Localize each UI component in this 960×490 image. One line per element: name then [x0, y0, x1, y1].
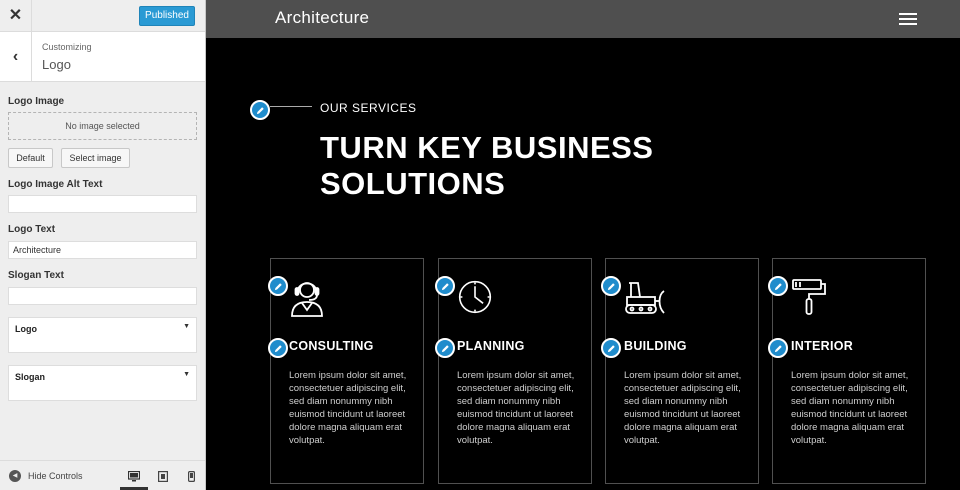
logo-select-label: Logo: [15, 324, 37, 334]
bulldozer-icon: [625, 282, 665, 314]
mobile-preview-button[interactable]: [177, 461, 205, 490]
customizer-footer: ◀ Hide Controls: [0, 460, 205, 490]
edit-shortcut-services-icon[interactable]: [250, 100, 270, 120]
edit-shortcut-planning-title-icon[interactable]: [435, 338, 455, 358]
services-kicker: OUR SERVICES: [320, 101, 417, 115]
edit-shortcut-building-title-icon[interactable]: [601, 338, 621, 358]
service-card-text: Lorem ipsum dolor sit amet, consectetuer…: [457, 370, 575, 446]
service-card-interior: INTERIOR Lorem ipsum dolor sit amet, con…: [772, 258, 926, 484]
slogan-select[interactable]: Slogan ▼: [8, 365, 197, 401]
logo-text-field[interactable]: Architecture: [8, 241, 197, 259]
back-button[interactable]: ‹: [0, 32, 32, 82]
desktop-icon: [127, 470, 141, 482]
service-card-building: BUILDING Lorem ipsum dolor sit amet, con…: [605, 258, 759, 484]
alt-text-label: Logo Image Alt Text: [8, 179, 103, 190]
section-header: ‹ Customizing Logo: [0, 32, 205, 82]
slogan-text-field[interactable]: [8, 287, 197, 305]
alt-text-field[interactable]: [8, 195, 197, 213]
breadcrumb: Customizing: [42, 42, 92, 52]
logo-text-label: Logo Text: [8, 224, 56, 235]
services-heading: TURN KEY BUSINESS SOLUTIONS: [320, 130, 654, 201]
edit-shortcut-consulting-icon[interactable]: [268, 276, 288, 296]
section-title: Logo: [42, 57, 71, 72]
slogan-select-label: Slogan: [15, 372, 46, 382]
site-title[interactable]: Architecture: [275, 8, 369, 28]
service-card-title: INTERIOR: [791, 339, 854, 353]
hamburger-menu-icon[interactable]: [899, 13, 917, 25]
logo-image-label: Logo Image: [8, 96, 65, 107]
close-button[interactable]: ✕: [0, 0, 32, 32]
chevron-down-icon: ▼: [183, 323, 190, 330]
desktop-preview-button[interactable]: [120, 461, 148, 490]
service-card-title: PLANNING: [457, 339, 525, 353]
edit-shortcut-consulting-title-icon[interactable]: [268, 338, 288, 358]
service-card-text: Lorem ipsum dolor sit amet, consectetuer…: [791, 370, 909, 446]
service-card-title: BUILDING: [624, 339, 687, 353]
service-card-consulting: CONSULTING Lorem ipsum dolor sit amet, c…: [270, 258, 424, 484]
service-card-planning: PLANNING Lorem ipsum dolor sit amet, con…: [438, 258, 592, 484]
edit-shortcut-interior-icon[interactable]: [768, 276, 788, 296]
site-preview: Architecture OUR SERVICES TURN KEY BUSIN…: [206, 0, 960, 490]
published-button[interactable]: Published: [139, 6, 195, 26]
service-card-text: Lorem ipsum dolor sit amet, consectetuer…: [289, 370, 407, 446]
customizer-sidebar: ✕ Published ‹ Customizing Logo Logo Imag…: [0, 0, 206, 490]
paint-roller-icon: [792, 279, 826, 315]
clock-icon: [458, 280, 492, 314]
service-card-title: CONSULTING: [289, 339, 374, 353]
edit-shortcut-building-icon[interactable]: [601, 276, 621, 296]
logo-select[interactable]: Logo ▼: [8, 317, 197, 353]
headset-person-icon: [291, 282, 323, 317]
edit-shortcut-interior-title-icon[interactable]: [768, 338, 788, 358]
service-card-text: Lorem ipsum dolor sit amet, consectetuer…: [624, 370, 742, 446]
select-image-button[interactable]: Select image: [61, 148, 130, 168]
edit-shortcut-planning-icon[interactable]: [435, 276, 455, 296]
site-header: Architecture: [206, 0, 960, 38]
kicker-divider: [270, 106, 312, 107]
chevron-down-icon: ▼: [183, 371, 190, 378]
logo-image-placeholder[interactable]: No image selected: [8, 112, 197, 140]
customizer-topbar: ✕ Published: [0, 0, 205, 32]
tablet-preview-button[interactable]: [149, 461, 177, 490]
hide-controls-label: Hide Controls: [28, 471, 83, 481]
default-button[interactable]: Default: [8, 148, 53, 168]
hide-controls-button[interactable]: ◀ Hide Controls: [9, 470, 83, 482]
tablet-icon: [158, 471, 169, 483]
mobile-icon: [187, 471, 195, 483]
slogan-text-label: Slogan Text: [8, 270, 64, 281]
collapse-icon: ◀: [9, 470, 21, 482]
